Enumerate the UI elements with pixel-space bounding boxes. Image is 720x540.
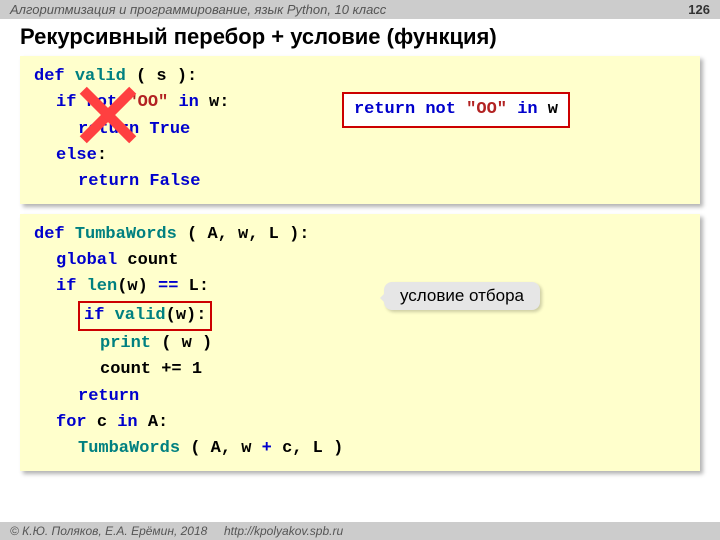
code-line: else: xyxy=(56,143,686,169)
callout-condition: условие отбора xyxy=(384,282,540,311)
copyright: © К.Ю. Поляков, Е.А. Ерёмин, 2018 xyxy=(10,524,207,538)
code-line: def TumbaWords ( A, w, L ): xyxy=(34,222,686,248)
code-line: def valid ( s ): xyxy=(34,64,686,90)
code-line: print ( w ) xyxy=(100,331,686,357)
code-line: if valid(w): xyxy=(78,301,686,331)
code-line: for c in A: xyxy=(56,410,686,436)
code-block-valid: def valid ( s ): if not "ОО" in w: retur… xyxy=(20,56,700,204)
code-line: if len(w) == L: xyxy=(56,274,686,300)
header-bar: Алгоритмизация и программирование, язык … xyxy=(0,0,720,19)
code-line: TumbaWords ( A, w + c, L ) xyxy=(78,436,686,462)
footer-bar: © К.Ю. Поляков, Е.А. Ерёмин, 2018 http:/… xyxy=(0,522,720,540)
page-number: 126 xyxy=(688,2,710,17)
code-block-tumbawords: def TumbaWords ( A, w, L ): global count… xyxy=(20,214,700,471)
hint-return-not: return not "ОО" in w xyxy=(342,92,570,128)
course-label: Алгоритмизация и программирование, язык … xyxy=(10,2,386,17)
code-line: return False xyxy=(78,169,686,195)
code-line: global count xyxy=(56,248,686,274)
code-line: return xyxy=(78,384,686,410)
footer-url: http://kpolyakov.spb.ru xyxy=(224,524,343,538)
page-title: Рекурсивный перебор + условие (функция) xyxy=(0,19,720,56)
code-line: count += 1 xyxy=(100,357,686,383)
highlighted-condition: if valid(w): xyxy=(78,301,212,331)
